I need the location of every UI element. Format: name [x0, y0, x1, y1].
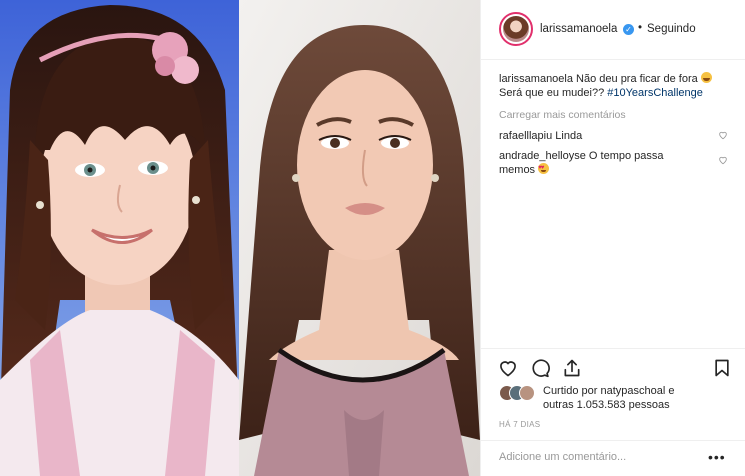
comment-username[interactable]: rafaelllapiu — [499, 130, 552, 142]
post-author-username[interactable]: larissamanoela — [540, 23, 617, 35]
likes-conj: e — [668, 385, 675, 397]
caption: larissamanoela Não deu pra ficar de fora… — [499, 72, 739, 100]
comment-item: rafaelllapiu Linda — [499, 129, 699, 143]
liker-avatars[interactable] — [499, 385, 539, 403]
more-options-button[interactable]: ••• — [708, 449, 726, 465]
liker-username[interactable]: natypaschoal — [600, 385, 665, 397]
comment-like-icon[interactable] — [718, 155, 728, 165]
post-header: larissamanoela ✓ • Seguindo — [481, 0, 745, 60]
caption-text-2: Será que eu mudei?? — [499, 87, 605, 99]
follow-status-button[interactable]: Seguindo — [647, 23, 696, 35]
caption-text: Não deu pra ficar de fora — [576, 73, 698, 85]
rofl-emoji-icon — [700, 72, 712, 83]
header-separator: • — [638, 22, 643, 34]
heart-outline-icon[interactable] — [498, 358, 518, 378]
share-icon[interactable] — [562, 358, 582, 378]
post-timestamp[interactable]: HÁ 7 DIAS — [499, 420, 540, 429]
avatar — [519, 385, 535, 401]
verified-badge-icon: ✓ — [623, 24, 634, 35]
post-sidebar: larissamanoela ✓ • Seguindo larissamanoe… — [480, 0, 745, 476]
comment-input[interactable] — [499, 451, 699, 463]
childhood-photo — [0, 0, 239, 476]
add-comment-bar: ••• — [481, 440, 745, 476]
action-bar — [481, 348, 745, 382]
likes-prefix: Curtido por — [543, 385, 598, 397]
caption-username[interactable]: larissamanoela — [499, 73, 573, 85]
heart-eyes-emoji-icon — [538, 161, 550, 175]
comment-like-icon[interactable] — [718, 130, 728, 140]
speech-bubble-icon[interactable] — [530, 358, 550, 378]
likes-others[interactable]: outras 1.053.583 pessoas — [543, 399, 670, 411]
avatar[interactable] — [499, 12, 533, 46]
post-media[interactable] — [0, 0, 480, 476]
current-photo — [239, 0, 480, 476]
load-more-comments-link[interactable]: Carregar mais comentários — [499, 109, 626, 121]
hashtag-link[interactable]: #10YearsChallenge — [607, 87, 703, 99]
comment-text: Linda — [555, 130, 583, 142]
comment-item: andrade_helloyse O tempo passa memos — [499, 149, 689, 177]
bookmark-icon[interactable] — [712, 358, 732, 378]
